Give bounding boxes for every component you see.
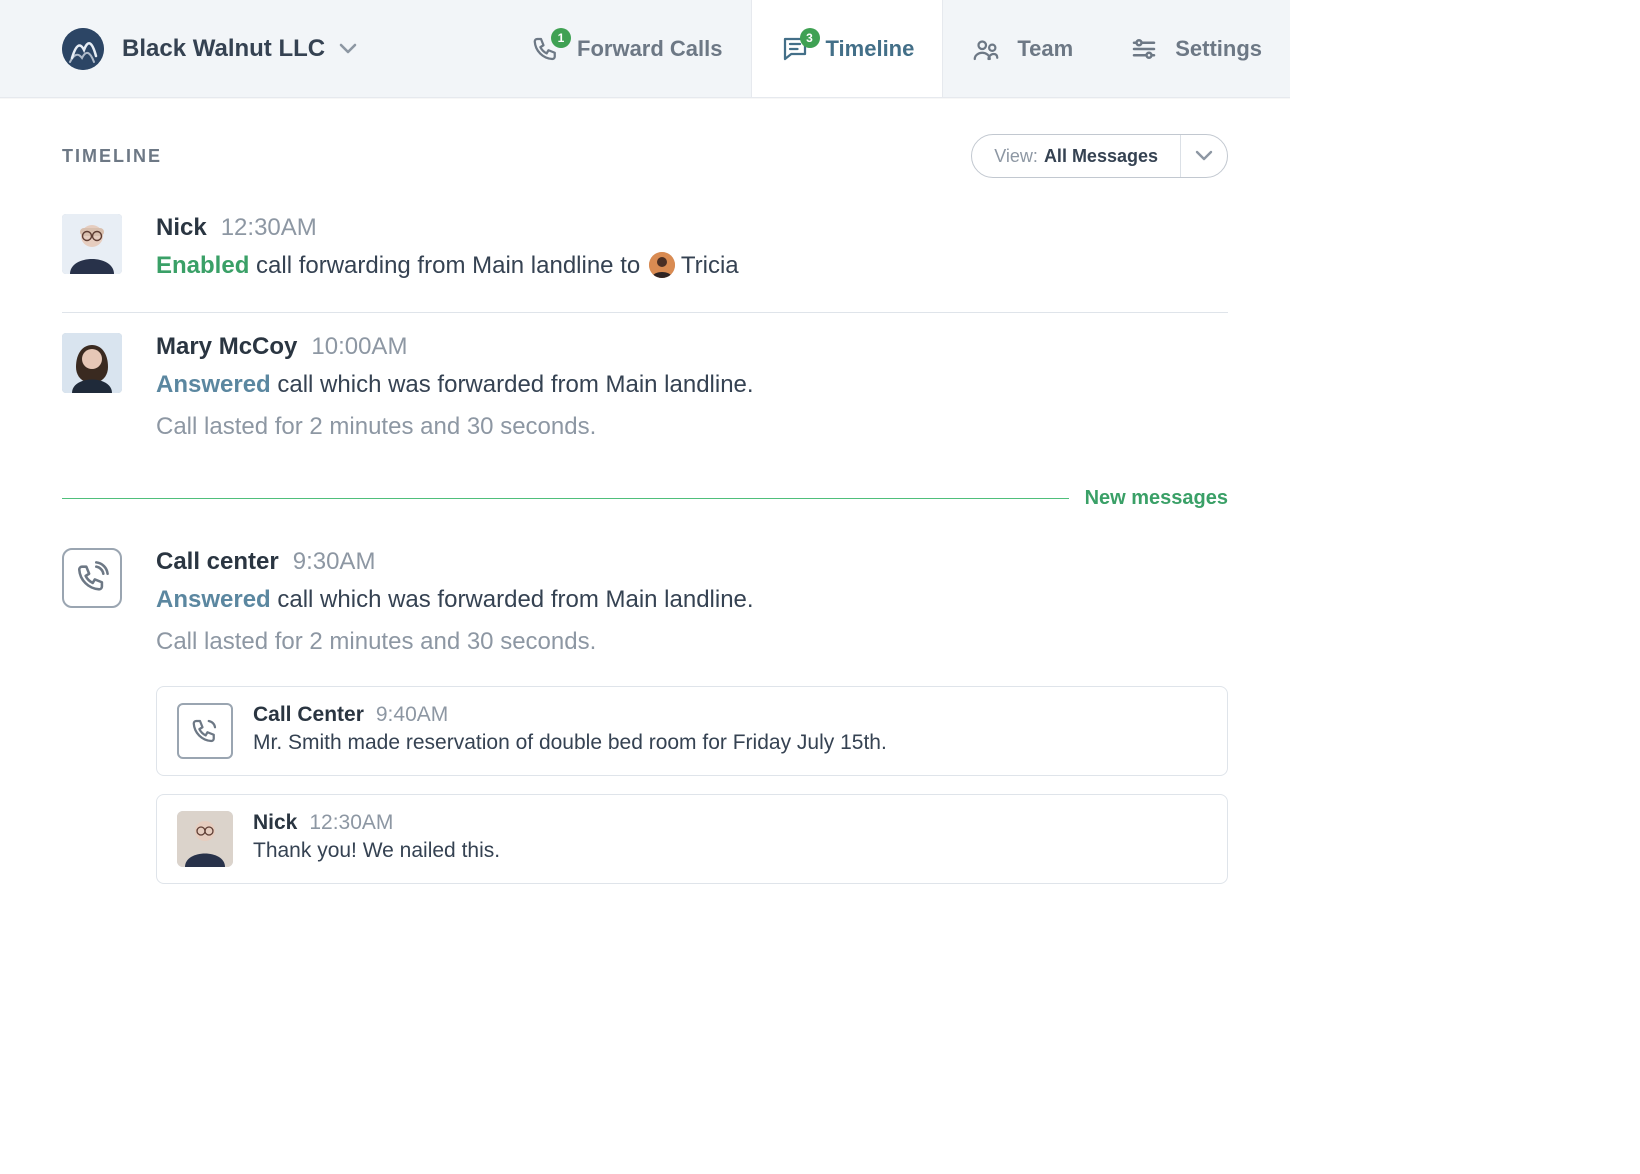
note-card: Call Center 9:40AM Mr. Smith made reserv… — [156, 686, 1228, 776]
mention-avatar — [649, 252, 675, 278]
forward-calls-badge: 1 — [551, 28, 571, 48]
phone-ring-icon — [190, 716, 220, 746]
topbar: Black Walnut LLC 1 Forward Calls 3 Timel… — [0, 0, 1290, 98]
view-filter-value: All Messages — [1044, 146, 1158, 167]
status-word: Answered — [156, 371, 271, 398]
note-avatar — [177, 811, 233, 867]
tab-settings-label: Settings — [1175, 36, 1262, 62]
item-time: 10:00AM — [311, 333, 407, 361]
avatar-mary — [62, 333, 122, 393]
new-messages-divider: New messages — [62, 487, 1228, 510]
timeline-item: Call center 9:30AM Answered call which w… — [62, 528, 1228, 912]
note-avatar — [177, 703, 233, 759]
phone-ring-icon — [75, 561, 109, 595]
view-filter[interactable]: View: All Messages — [971, 134, 1228, 178]
item-author: Mary McCoy — [156, 333, 297, 361]
item-message: Enabled call forwarding from Main landli… — [156, 248, 1228, 284]
view-filter-label: View: All Messages — [972, 135, 1180, 177]
section-title: TIMELINE — [62, 146, 162, 167]
mention-name: Tricia — [681, 252, 739, 279]
chevron-down-icon — [339, 43, 357, 55]
note-author: Nick — [253, 811, 297, 835]
item-detail: Call lasted for 2 minutes and 30 seconds… — [156, 624, 1228, 660]
item-message: Answered call which was forwarded from M… — [156, 582, 1228, 618]
settings-lines-icon — [1129, 34, 1159, 64]
item-detail: Call lasted for 2 minutes and 30 seconds… — [156, 409, 1228, 445]
item-author: Call center — [156, 548, 279, 576]
org-logo — [62, 28, 104, 70]
view-filter-caret[interactable] — [1180, 135, 1227, 177]
item-author: Nick — [156, 214, 207, 242]
item-message: Answered call which was forwarded from M… — [156, 367, 1228, 403]
timeline-badge: 3 — [800, 28, 820, 48]
tab-forward-calls-label: Forward Calls — [577, 36, 722, 62]
tab-team[interactable]: Team — [943, 0, 1101, 97]
new-messages-label: New messages — [1085, 487, 1228, 510]
item-time: 9:30AM — [293, 548, 376, 576]
note-card: Nick 12:30AM Thank you! We nailed this. — [156, 794, 1228, 884]
note-time: 9:40AM — [376, 703, 448, 727]
message-text: call forwarding from Main landline to — [249, 252, 647, 279]
main-nav: 1 Forward Calls 3 Timeline Team — [503, 0, 1290, 97]
org-switcher[interactable]: Black Walnut LLC — [0, 0, 357, 97]
status-word: Answered — [156, 586, 271, 613]
note-message: Thank you! We nailed this. — [253, 839, 1207, 863]
note-author: Call Center — [253, 703, 364, 727]
timeline-item: Nick 12:30AM Enabled call forwarding fro… — [62, 194, 1228, 313]
item-time: 12:30AM — [221, 214, 317, 242]
message-text: call which was forwarded from Main landl… — [271, 586, 754, 613]
note-time: 12:30AM — [309, 811, 393, 835]
chat-timeline-icon: 3 — [780, 34, 810, 64]
chevron-down-icon — [1195, 150, 1213, 162]
status-word: Enabled — [156, 252, 249, 279]
tab-forward-calls[interactable]: 1 Forward Calls — [503, 0, 750, 97]
team-icon — [971, 34, 1001, 64]
phone-forward-icon: 1 — [531, 34, 561, 64]
tab-timeline-label: Timeline — [826, 36, 915, 62]
timeline-item: Mary McCoy 10:00AM Answered call which w… — [62, 313, 1228, 473]
avatar-nick — [62, 214, 122, 274]
org-name-label: Black Walnut LLC — [122, 35, 325, 63]
avatar-call-center — [62, 548, 122, 608]
tab-settings[interactable]: Settings — [1101, 0, 1290, 97]
tab-timeline[interactable]: 3 Timeline — [751, 0, 944, 97]
tab-team-label: Team — [1017, 36, 1073, 62]
note-message: Mr. Smith made reservation of double bed… — [253, 731, 1207, 755]
timeline-content: TIMELINE View: All Messages Nick 12:30AM… — [0, 98, 1290, 952]
message-text: call which was forwarded from Main landl… — [271, 371, 754, 398]
view-filter-prefix: View: — [994, 146, 1038, 167]
